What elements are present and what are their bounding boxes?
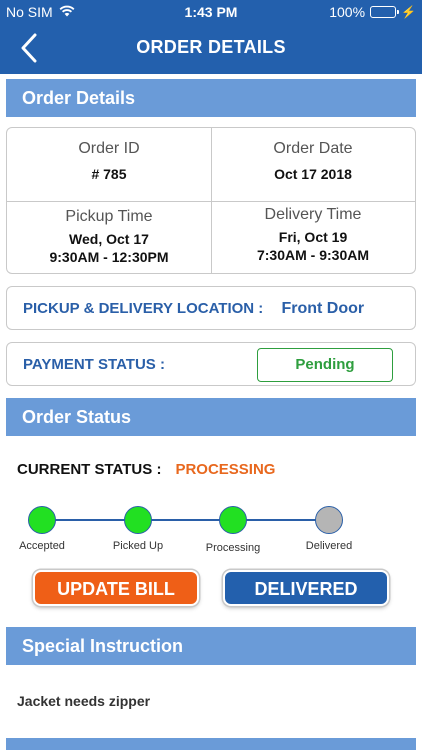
battery-percent: 100% (329, 4, 366, 20)
step-dot-picked-up (124, 506, 152, 534)
tracker-line (42, 519, 329, 521)
update-bill-button[interactable]: UPDATE BILL (33, 570, 199, 606)
order-date-label: Order Date (273, 140, 353, 157)
step-dot-accepted (28, 506, 56, 534)
app-header: No SIM 1:43 PM 100% ⚡ ORDER DETAILS (0, 0, 422, 74)
status-bar: No SIM 1:43 PM 100% ⚡ (0, 0, 422, 24)
delivery-window: 7:30AM - 9:30AM (256, 246, 370, 263)
order-date-value: Oct 17 2018 (274, 166, 352, 182)
pickup-window: 9:30AM - 12:30PM (49, 248, 169, 265)
location-label: PICKUP & DELIVERY LOCATION : (23, 300, 264, 317)
payment-card: PAYMENT STATUS : Pending (6, 342, 416, 386)
delivery-day: Fri, Oct 19 (278, 228, 348, 245)
step-dot-processing (219, 506, 247, 534)
section-header-special-instruction: Special Instruction (6, 627, 416, 665)
order-id-value: # 785 (91, 166, 127, 182)
charging-icon: ⚡ (401, 5, 416, 19)
section-header-order-details: Order Details (6, 79, 416, 117)
step-label-accepted: Accepted (19, 540, 65, 552)
status-tracker: Accepted Picked Up Processing Delivered (0, 503, 422, 563)
instruction-text: Jacket needs zipper (17, 693, 151, 709)
order-date-cell: Order Date Oct 17 2018 (211, 128, 415, 201)
current-status: CURRENT STATUS : PROCESSING (17, 461, 275, 478)
step-label-delivered: Delivered (305, 540, 353, 552)
order-info-card: Order ID # 785 Order Date Oct 17 2018 Pi… (6, 127, 416, 274)
pickup-time-cell: Pickup Time Wed, Oct 17 9:30AM - 12:30PM (7, 201, 211, 274)
order-id-label: Order ID (78, 140, 140, 157)
location-card: PICKUP & DELIVERY LOCATION : Front Door (6, 286, 416, 330)
delivered-button[interactable]: DELIVERED (223, 570, 389, 606)
step-dot-delivered (315, 506, 343, 534)
location-value: Front Door (281, 300, 365, 317)
pickup-time-label: Pickup Time (65, 207, 153, 225)
next-section-header (6, 738, 416, 750)
delivery-time-cell: Delivery Time Fri, Oct 19 7:30AM - 9:30A… (211, 201, 415, 274)
nav-bar: ORDER DETAILS (0, 26, 422, 70)
pickup-day: Wed, Oct 17 (69, 230, 149, 247)
order-id-cell: Order ID # 785 (7, 128, 211, 201)
step-label-picked-up: Picked Up (112, 540, 164, 552)
step-label-processing: Processing (205, 542, 261, 554)
current-status-value: PROCESSING (175, 461, 276, 478)
current-status-label: CURRENT STATUS : (17, 461, 162, 478)
delivery-time-label: Delivery Time (264, 205, 362, 223)
payment-status-badge: Pending (257, 348, 393, 382)
section-header-order-status: Order Status (6, 398, 416, 436)
payment-status-label: PAYMENT STATUS : (23, 356, 165, 373)
battery-icon (370, 6, 400, 18)
page-title: ORDER DETAILS (136, 37, 286, 57)
